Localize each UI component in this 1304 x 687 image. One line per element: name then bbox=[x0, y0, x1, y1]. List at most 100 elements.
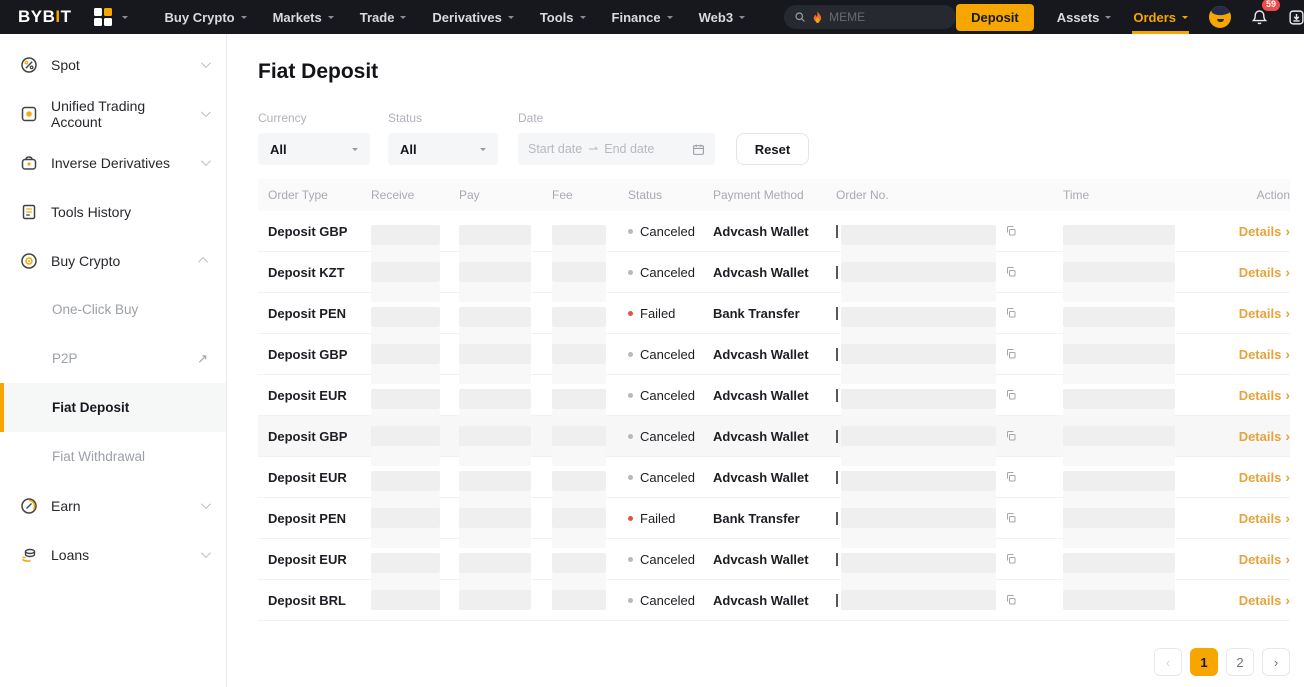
payment-method-cell: Advcash Wallet bbox=[713, 429, 836, 444]
redacted-value bbox=[1063, 426, 1175, 446]
table-row[interactable]: Deposit GBP Canceled Advcash Wallet Deta… bbox=[258, 334, 1290, 375]
table-row[interactable]: Deposit EUR Canceled Advcash Wallet Deta… bbox=[258, 457, 1290, 498]
chevron-down-icon bbox=[352, 148, 358, 154]
sidebar-item-fiat-withdrawal[interactable]: Fiat Withdrawal bbox=[0, 432, 226, 481]
order-no-cell bbox=[836, 303, 1063, 323]
date-range-picker[interactable]: Start date ⇀ End date bbox=[518, 133, 715, 165]
details-link[interactable]: Details bbox=[1239, 223, 1290, 239]
status-select-value: All bbox=[400, 142, 417, 157]
table-row[interactable]: Deposit PEN Failed Bank Transfer Details bbox=[258, 498, 1290, 539]
copy-icon[interactable] bbox=[1005, 553, 1017, 565]
sidebar-item-one-click-buy[interactable]: One-Click Buy bbox=[0, 285, 226, 334]
header-action: Action bbox=[1240, 188, 1290, 202]
deposit-button[interactable]: Deposit bbox=[956, 4, 1034, 31]
notifications-button[interactable]: 59 bbox=[1241, 0, 1278, 34]
nav-web3[interactable]: Web3 bbox=[686, 10, 758, 25]
nav-derivatives[interactable]: Derivatives bbox=[419, 10, 526, 25]
details-link[interactable]: Details bbox=[1239, 428, 1290, 444]
copy-icon[interactable] bbox=[1005, 430, 1017, 442]
copy-icon[interactable] bbox=[1005, 389, 1017, 401]
sidebar-item-tools-history[interactable]: Tools History bbox=[0, 187, 226, 236]
table-row[interactable]: Deposit GBP Canceled Advcash Wallet Deta… bbox=[258, 416, 1290, 457]
table-row[interactable]: Deposit GBP Canceled Advcash Wallet Deta… bbox=[258, 211, 1290, 252]
header-order-no: Order No. bbox=[836, 188, 1063, 202]
copy-icon[interactable] bbox=[1005, 307, 1017, 319]
nav-buy-crypto[interactable]: Buy Crypto bbox=[152, 10, 260, 25]
nav-tools[interactable]: Tools bbox=[527, 10, 599, 25]
time-cell bbox=[1063, 303, 1240, 323]
nav-orders[interactable]: Orders bbox=[1122, 0, 1199, 34]
copy-icon[interactable] bbox=[1005, 594, 1017, 606]
sidebar-item-fiat-deposit[interactable]: Fiat Deposit bbox=[0, 383, 226, 432]
order-type-cell: Deposit EUR bbox=[258, 470, 371, 485]
sidebar-item-inverse-derivatives[interactable]: Inverse Derivatives bbox=[0, 138, 226, 187]
redacted-value bbox=[371, 225, 440, 245]
table-row[interactable]: Deposit PEN Failed Bank Transfer Details bbox=[258, 293, 1290, 334]
details-link[interactable]: Details bbox=[1239, 264, 1290, 280]
bybit-logo[interactable]: BYBIT bbox=[18, 7, 72, 27]
avatar bbox=[1209, 6, 1231, 28]
nav-trade[interactable]: Trade bbox=[347, 10, 420, 25]
copy-icon[interactable] bbox=[1005, 225, 1017, 237]
redacted-value bbox=[841, 508, 996, 528]
order-no-cell bbox=[836, 262, 1063, 282]
table-row[interactable]: Deposit KZT Canceled Advcash Wallet Deta… bbox=[258, 252, 1290, 293]
next-page-button[interactable]: › bbox=[1262, 648, 1290, 676]
range-arrow-icon: ⇀ bbox=[588, 142, 598, 156]
reset-button[interactable]: Reset bbox=[736, 133, 809, 165]
sidebar-item-spot[interactable]: Spot bbox=[0, 40, 226, 89]
fee-cell bbox=[552, 549, 628, 569]
download-app-button[interactable] bbox=[1278, 0, 1304, 34]
search-bar[interactable] bbox=[784, 5, 956, 29]
details-link[interactable]: Details bbox=[1239, 305, 1290, 321]
order-type-cell: Deposit GBP bbox=[258, 429, 371, 444]
page-button-2[interactable]: 2 bbox=[1226, 648, 1254, 676]
copy-icon[interactable] bbox=[1005, 512, 1017, 524]
currency-select-value: All bbox=[270, 142, 287, 157]
receive-cell bbox=[371, 303, 459, 323]
copy-icon[interactable] bbox=[1005, 348, 1017, 360]
details-link[interactable]: Details bbox=[1239, 592, 1290, 608]
sidebar-item-loans[interactable]: Loans bbox=[0, 530, 226, 579]
sidebar-item-p2p[interactable]: P2P ↗ bbox=[0, 334, 226, 383]
nav-markets[interactable]: Markets bbox=[260, 10, 347, 25]
fee-cell bbox=[552, 344, 628, 364]
table-row[interactable]: Deposit EUR Canceled Advcash Wallet Deta… bbox=[258, 375, 1290, 416]
table-row[interactable]: Deposit BRL Canceled Advcash Wallet Deta… bbox=[258, 580, 1290, 621]
table-row[interactable]: Deposit EUR Canceled Advcash Wallet Deta… bbox=[258, 539, 1290, 580]
details-link[interactable]: Details bbox=[1239, 346, 1290, 362]
profile-avatar[interactable] bbox=[1199, 0, 1241, 34]
apps-grid-icon[interactable] bbox=[94, 8, 128, 26]
redacted-value bbox=[841, 426, 996, 446]
tools-history-icon bbox=[20, 203, 38, 221]
copy-icon[interactable] bbox=[1005, 471, 1017, 483]
details-link[interactable]: Details bbox=[1239, 510, 1290, 526]
details-link[interactable]: Details bbox=[1239, 387, 1290, 403]
search-input[interactable] bbox=[829, 10, 929, 24]
start-date-placeholder[interactable]: Start date bbox=[528, 142, 582, 156]
status-dot-icon bbox=[628, 352, 633, 357]
details-link[interactable]: Details bbox=[1239, 469, 1290, 485]
receive-cell bbox=[371, 549, 459, 569]
status-dot-icon bbox=[628, 475, 633, 480]
receive-cell bbox=[371, 590, 459, 610]
status-cell: Canceled bbox=[628, 593, 713, 608]
end-date-placeholder[interactable]: End date bbox=[604, 142, 654, 156]
order-no-cell bbox=[836, 549, 1063, 569]
page-button-1[interactable]: 1 bbox=[1190, 648, 1218, 676]
sidebar-item-buy-crypto[interactable]: Buy Crypto bbox=[0, 236, 226, 285]
sidebar-item-unified-trading-account[interactable]: Unified Trading Account bbox=[0, 89, 226, 138]
status-select[interactable]: All bbox=[388, 133, 498, 165]
currency-select[interactable]: All bbox=[258, 133, 370, 165]
prev-page-button[interactable]: ‹ bbox=[1154, 648, 1182, 676]
details-link[interactable]: Details bbox=[1239, 551, 1290, 567]
calendar-icon bbox=[692, 143, 705, 156]
redacted-value bbox=[552, 590, 606, 610]
orders-table: Order Type Receive Pay Fee Status Paymen… bbox=[258, 179, 1290, 621]
copy-icon[interactable] bbox=[1005, 266, 1017, 278]
receive-cell bbox=[371, 221, 459, 241]
nav-assets[interactable]: Assets bbox=[1046, 0, 1123, 34]
sidebar-item-earn[interactable]: Earn bbox=[0, 481, 226, 530]
redacted-value bbox=[371, 344, 440, 364]
nav-finance[interactable]: Finance bbox=[599, 10, 686, 25]
